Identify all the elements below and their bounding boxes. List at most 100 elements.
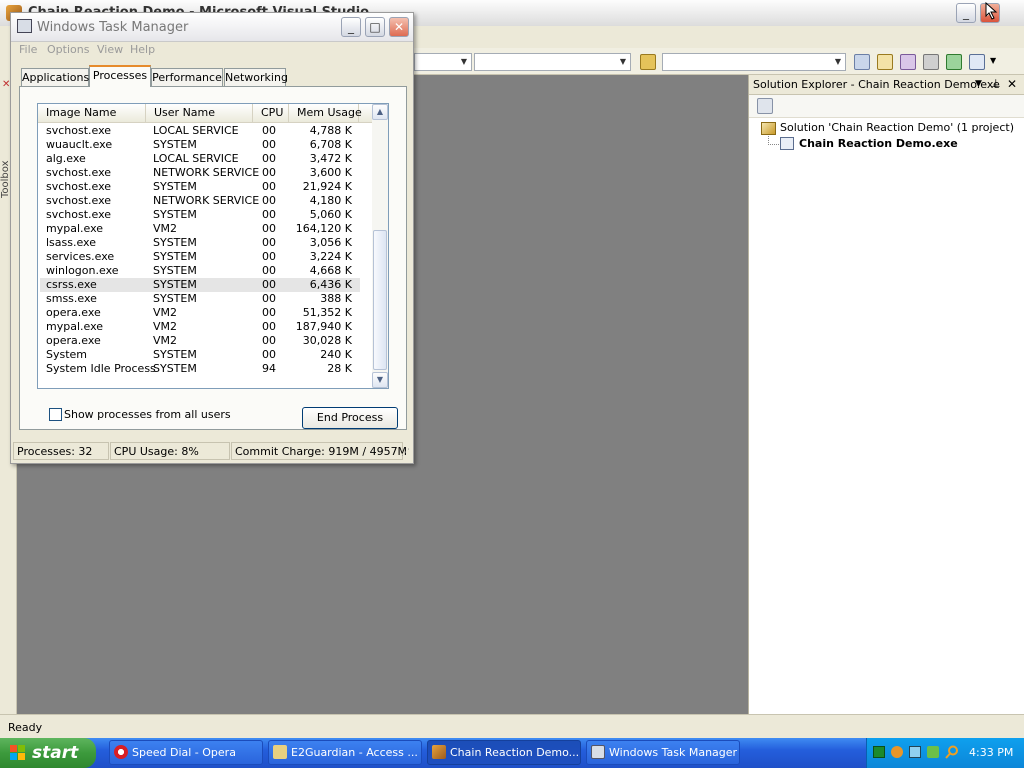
cell-user-name: VM2	[153, 306, 178, 319]
command-window-icon[interactable]	[969, 54, 985, 70]
solution-node[interactable]: Solution 'Chain Reaction Demo' (1 projec…	[780, 121, 1014, 134]
table-row[interactable]: svchost.exe SYSTEM 00 5,060 K	[40, 208, 360, 222]
resize-grip-icon[interactable]: ⋰	[401, 448, 411, 460]
pin-icon[interactable]: ⊥	[991, 77, 1001, 90]
end-process-button[interactable]: End Process	[302, 407, 398, 429]
find-combo[interactable]: ▼	[662, 53, 846, 71]
table-row[interactable]: svchost.exe NETWORK SERVICE 00 4,180 K	[40, 194, 360, 208]
tab-performance[interactable]: Performance	[151, 68, 223, 86]
column-cpu[interactable]: CPU	[253, 104, 289, 122]
solution-explorer-toolbar	[749, 95, 1024, 118]
vs-minimize-button[interactable]: _	[956, 3, 976, 23]
table-row[interactable]: svchost.exe NETWORK SERVICE 00 3,600 K	[40, 166, 360, 180]
column-mem-usage[interactable]: Mem Usage	[289, 104, 362, 122]
cell-user-name: SYSTEM	[153, 278, 197, 291]
network-icon[interactable]	[873, 746, 885, 758]
column-image-name[interactable]: Image Name	[38, 104, 146, 122]
task-manager-titlebar[interactable]: Windows Task Manager _ □ ✕	[11, 13, 413, 42]
taskbar-button-task-manager[interactable]: Windows Task Manager	[586, 740, 740, 765]
cell-user-name: SYSTEM	[153, 236, 197, 249]
tab-processes[interactable]: Processes	[89, 65, 151, 87]
chevron-down-icon[interactable]: ▼	[975, 79, 982, 89]
cell-mem-usage: 6,708 K	[309, 138, 352, 151]
taskbar-button-label: Speed Dial - Opera	[132, 746, 236, 759]
cell-image-name: mypal.exe	[46, 320, 104, 333]
minimize-button[interactable]: _	[341, 17, 361, 37]
visual-studio-icon	[432, 745, 446, 759]
e2guardian-icon	[273, 745, 287, 759]
close-button[interactable]: ✕	[389, 17, 409, 37]
solution-explorer-panel: Solution Explorer - Chain Reaction Demo.…	[748, 75, 1024, 714]
process-list[interactable]: Image Name User Name CPU Mem Usage svcho…	[37, 103, 389, 389]
clock[interactable]: 4:33 PM	[969, 746, 1013, 759]
cell-user-name: VM2	[153, 320, 178, 333]
update-icon[interactable]	[927, 746, 939, 758]
table-row[interactable]: wuauclt.exe SYSTEM 00 6,708 K	[40, 138, 360, 152]
start-label: start	[32, 743, 79, 763]
table-row[interactable]: System Idle Process SYSTEM 94 28 K	[40, 362, 360, 376]
platform-combo[interactable]: ▼	[474, 53, 631, 71]
object-browser-icon[interactable]	[900, 54, 916, 70]
start-page-icon[interactable]	[946, 54, 962, 70]
show-all-users-checkbox[interactable]	[49, 408, 62, 421]
tab-applications[interactable]: Applications	[21, 68, 89, 86]
table-row[interactable]: alg.exe LOCAL SERVICE 00 3,472 K	[40, 152, 360, 166]
menu-view[interactable]: View	[97, 43, 123, 56]
process-list-scrollbar[interactable]: ▲ ▼	[372, 104, 388, 388]
tools-icon[interactable]	[923, 54, 939, 70]
cell-user-name: NETWORK SERVICE	[153, 194, 260, 207]
find-in-files-icon[interactable]	[640, 54, 656, 70]
security-icon[interactable]	[891, 746, 903, 758]
toolbar-overflow-icon[interactable]: ▼	[990, 56, 1000, 68]
cell-cpu: 00	[262, 194, 276, 207]
menu-file[interactable]: File	[19, 43, 37, 56]
cell-user-name: SYSTEM	[153, 180, 197, 193]
table-row[interactable]: smss.exe SYSTEM 00 388 K	[40, 292, 360, 306]
maximize-button[interactable]: □	[365, 17, 385, 37]
start-button[interactable]: start	[0, 738, 96, 768]
properties-icon[interactable]	[757, 98, 773, 114]
cell-cpu: 00	[262, 320, 276, 333]
table-row[interactable]: svchost.exe LOCAL SERVICE 00 4,788 K	[40, 124, 360, 138]
table-row[interactable]: svchost.exe SYSTEM 00 21,924 K	[40, 180, 360, 194]
table-row[interactable]: lsass.exe SYSTEM 00 3,056 K	[40, 236, 360, 250]
cell-cpu: 00	[262, 152, 276, 165]
cell-image-name: svchost.exe	[46, 208, 112, 221]
config-combo[interactable]: ▼	[414, 53, 472, 71]
table-row[interactable]: opera.exe VM2 00 51,352 K	[40, 306, 360, 320]
table-row[interactable]: csrss.exe SYSTEM 00 6,436 K	[40, 278, 360, 292]
scroll-thumb[interactable]	[373, 230, 387, 370]
taskbar-button-opera[interactable]: Speed Dial - Opera	[109, 740, 263, 765]
table-row[interactable]: winlogon.exe SYSTEM 00 4,668 K	[40, 264, 360, 278]
cell-cpu: 00	[262, 222, 276, 235]
taskbar-button-visual-studio[interactable]: Chain Reaction Demo...	[427, 740, 581, 765]
menu-options[interactable]: Options	[47, 43, 89, 56]
cell-cpu: 94	[262, 362, 276, 375]
menu-help[interactable]: Help	[130, 43, 155, 56]
taskbar: start Speed Dial - Opera E2Guardian - Ac…	[0, 738, 1024, 768]
properties-icon[interactable]	[877, 54, 893, 70]
cell-mem-usage: 187,940 K	[295, 320, 352, 333]
taskbar-button-e2guardian[interactable]: E2Guardian - Access ...	[268, 740, 422, 765]
search-icon[interactable]	[945, 745, 959, 759]
table-row[interactable]: mypal.exe VM2 00 187,940 K	[40, 320, 360, 334]
cell-cpu: 00	[262, 334, 276, 347]
scroll-down-button[interactable]: ▼	[372, 372, 388, 388]
cell-cpu: 00	[262, 278, 276, 291]
cell-image-name: csrss.exe	[46, 278, 97, 291]
show-all-users-label[interactable]: Show processes from all users	[64, 408, 231, 421]
close-icon[interactable]: ✕	[1007, 77, 1017, 91]
table-row[interactable]: opera.exe VM2 00 30,028 K	[40, 334, 360, 348]
scroll-up-button[interactable]: ▲	[372, 104, 388, 120]
table-row[interactable]: services.exe SYSTEM 00 3,224 K	[40, 250, 360, 264]
cell-image-name: svchost.exe	[46, 194, 112, 207]
column-user-name[interactable]: User Name	[146, 104, 253, 122]
cell-mem-usage: 28 K	[327, 362, 352, 375]
table-row[interactable]: System SYSTEM 00 240 K	[40, 348, 360, 362]
tab-networking[interactable]: Networking	[224, 68, 288, 86]
connection-icon[interactable]	[909, 746, 921, 758]
process-list-header: Image Name User Name CPU Mem Usage	[38, 104, 372, 123]
table-row[interactable]: mypal.exe VM2 00 164,120 K	[40, 222, 360, 236]
project-node[interactable]: Chain Reaction Demo.exe	[799, 137, 958, 150]
solution-explorer-icon[interactable]	[854, 54, 870, 70]
